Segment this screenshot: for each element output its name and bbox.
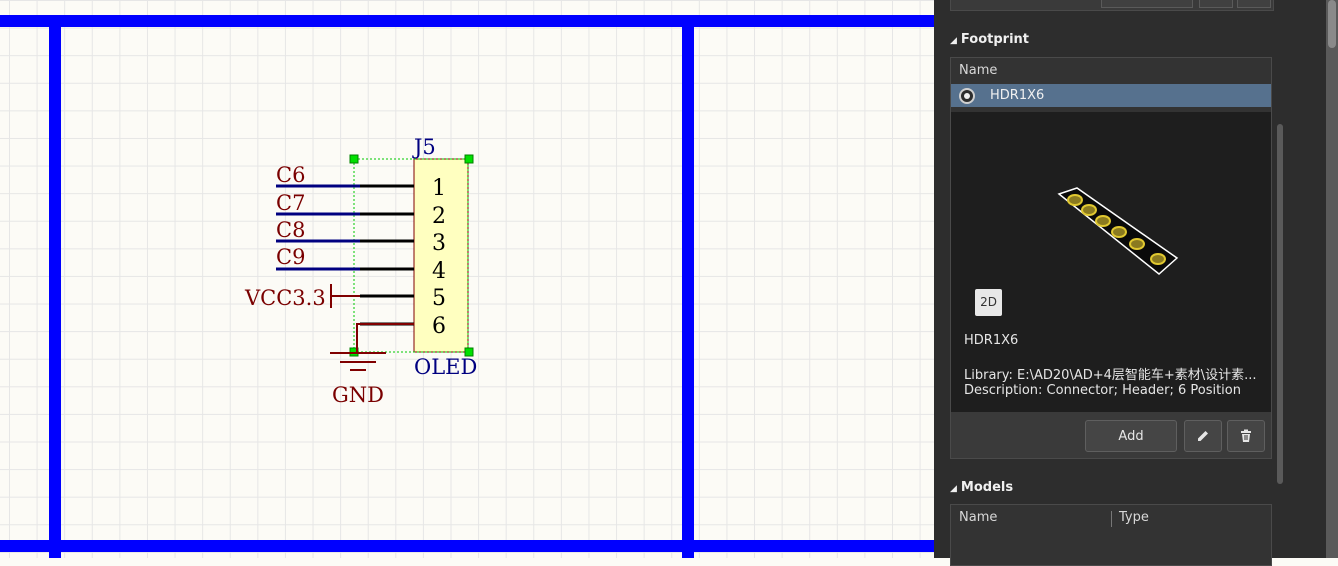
window-edge-scroll-thumb[interactable] (1328, 0, 1336, 48)
add-footprint-button[interactable]: Add (1085, 420, 1177, 452)
top-toolbar-button[interactable] (1101, 0, 1193, 8)
sheet-border-divider (682, 15, 694, 558)
collapse-triangle-icon: ◢ (950, 36, 957, 46)
models-table: Name Type (950, 504, 1272, 566)
collapse-triangle-icon: ◢ (950, 484, 957, 494)
pad (1067, 194, 1083, 206)
pad (1095, 215, 1111, 227)
pin-number: 3 (432, 231, 446, 256)
library-value: E:\AD20\AD+4层智能车+素材\设计素... (1017, 368, 1257, 383)
footprint-description: Description: Connector; Header; 6 Positi… (964, 383, 1241, 398)
delete-footprint-button[interactable] (1227, 420, 1265, 452)
column-divider[interactable] (1111, 511, 1112, 527)
selection-handle[interactable] (464, 154, 474, 164)
models-section-header[interactable]: ◢ Models (950, 480, 1013, 495)
net-label-c9[interactable]: C9 (276, 245, 305, 269)
trash-icon (1241, 429, 1251, 442)
pad (1111, 226, 1127, 238)
pin-number: 5 (432, 286, 446, 311)
pad (1081, 204, 1097, 216)
models-header-label: Models (960, 480, 1014, 495)
pin-number: 2 (432, 204, 446, 229)
schematic-sheet[interactable]: J5 OLED 1 2 3 4 5 6 C6 C7 C8 C9 VCC3.3 G… (0, 0, 934, 558)
footprint-section-header[interactable]: ◢ Footprint (950, 32, 1029, 47)
footprint-row-name: HDR1X6 (990, 88, 1045, 103)
selection-handle[interactable] (349, 154, 359, 164)
footprint-name-text: HDR1X6 (964, 333, 1019, 348)
footprint-header-label: Footprint (960, 32, 1029, 47)
footprint-box: Name HDR1X6 2D HDR1X6 Library: E:\AD20\A… (950, 57, 1272, 459)
net-label-c8[interactable]: C8 (276, 218, 305, 242)
edit-footprint-button[interactable] (1184, 420, 1222, 452)
radio-selected-icon[interactable] (959, 88, 975, 104)
view-2d-toggle[interactable]: 2D (975, 289, 1002, 316)
pin-number: 6 (432, 314, 446, 339)
top-toolbar-button[interactable] (1237, 0, 1271, 8)
footprint-column-name[interactable]: Name (959, 63, 997, 78)
footprint-row-selected[interactable]: HDR1X6 (951, 84, 1271, 107)
net-label-c7[interactable]: C7 (276, 191, 305, 215)
power-port-label[interactable]: VCC3.3 (244, 286, 326, 310)
component-designator[interactable]: J5 (412, 135, 436, 159)
pencil-icon (1198, 431, 1208, 441)
sheet-border-left (49, 15, 61, 558)
ground-wire[interactable] (356, 323, 414, 352)
properties-panel: ◢ Footprint Name HDR1X6 2D HDR1X6 Librar… (934, 0, 1338, 566)
component-comment[interactable]: OLED (414, 355, 477, 379)
sheet-border-top (0, 15, 934, 27)
sheet-border-bottom (0, 540, 934, 552)
pad (1150, 253, 1166, 265)
models-column-name[interactable]: Name (959, 510, 997, 525)
footprint-actions: Add (951, 412, 1271, 458)
panel-scrollbar[interactable] (1277, 124, 1283, 484)
window-edge-scrollbar[interactable] (1326, 0, 1338, 558)
pad (1129, 238, 1145, 250)
schematic-canvas[interactable]: J5 OLED 1 2 3 4 5 6 C6 C7 C8 C9 VCC3.3 G… (0, 0, 934, 558)
library-label: Library: (964, 368, 1013, 383)
footprint-3d-preview[interactable]: 2D HDR1X6 Library: E:\AD20\AD+4层智能车+素材\设… (951, 112, 1271, 412)
footprint-library: Library: E:\AD20\AD+4层智能车+素材\设计素... (964, 364, 1257, 383)
top-toolbar-strip (950, 0, 1274, 11)
top-toolbar-button[interactable] (1199, 0, 1233, 8)
models-column-type[interactable]: Type (1119, 510, 1149, 525)
pin-number: 4 (432, 259, 446, 284)
net-label-c6[interactable]: C6 (276, 163, 305, 187)
ground-port-label[interactable]: GND (332, 383, 384, 407)
pin-number: 1 (432, 176, 446, 201)
